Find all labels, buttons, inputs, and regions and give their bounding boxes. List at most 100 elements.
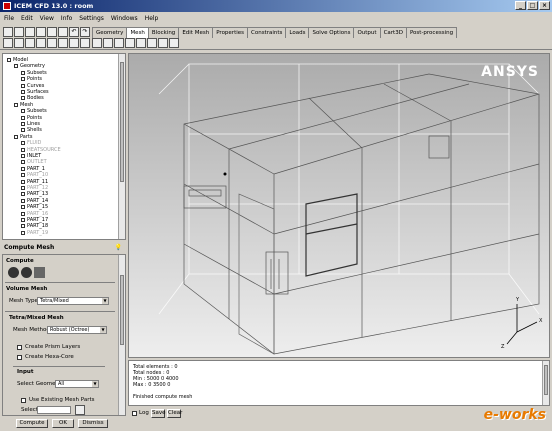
create-mesh-density-icon[interactable]	[136, 38, 146, 48]
define-connectors-icon[interactable]	[147, 38, 157, 48]
tree-item[interactable]: Points	[21, 115, 42, 121]
select-geometry-select[interactable]: All ▼	[55, 380, 99, 388]
menu-edit[interactable]: Edit	[21, 15, 33, 22]
help-bulb-icon[interactable]: 💡	[115, 243, 122, 253]
tree-checkbox[interactable]	[14, 134, 18, 139]
tree-item[interactable]: PART_17	[21, 217, 48, 223]
message-scrollbar[interactable]	[542, 361, 549, 405]
tree-checkbox[interactable]	[21, 83, 25, 88]
compute-mesh-icon[interactable]	[169, 38, 179, 48]
tree-checkbox[interactable]	[21, 90, 25, 94]
tree-checkbox[interactable]	[21, 77, 25, 82]
tree-item[interactable]: Subsets	[21, 70, 47, 76]
close-button[interactable]: ×	[539, 1, 550, 10]
message-scroll-thumb[interactable]	[544, 365, 548, 395]
tree-scroll-thumb[interactable]	[120, 62, 124, 182]
tree-item[interactable]: Bodies	[21, 95, 44, 101]
tree-checkbox[interactable]	[21, 128, 25, 133]
mesh-method-select[interactable]: Robust (Octree) ▼	[47, 326, 107, 334]
tree-item[interactable]: PART_14	[21, 198, 48, 204]
tree-item[interactable]: Mesh	[14, 102, 33, 108]
menu-view[interactable]: View	[40, 15, 54, 22]
select-parts-icon[interactable]	[75, 405, 85, 415]
tree-scrollbar[interactable]	[118, 54, 125, 239]
compute-button[interactable]: Compute	[16, 419, 48, 428]
compute-scroll-thumb[interactable]	[120, 275, 124, 345]
tab-constraints[interactable]: Constraints	[247, 27, 287, 38]
tree-checkbox[interactable]	[14, 102, 18, 107]
tree-item[interactable]: Lines	[21, 121, 40, 127]
menu-info[interactable]: Info	[61, 15, 72, 22]
curve-mesh-setup-icon[interactable]	[125, 38, 135, 48]
tree-checkbox[interactable]	[21, 147, 25, 152]
refresh-icon[interactable]	[36, 38, 46, 48]
tree-item[interactable]: PART_15	[21, 204, 48, 210]
use-existing-checkbox[interactable]	[21, 398, 26, 403]
tab-geometry[interactable]: Geometry	[92, 27, 128, 38]
tab-mesh[interactable]: Mesh	[126, 27, 149, 38]
tree-checkbox[interactable]	[21, 179, 25, 184]
create-prism-checkbox[interactable]	[17, 345, 22, 350]
surface-mesh-icon[interactable]	[21, 267, 32, 278]
tab-post-processing[interactable]: Post-processing	[405, 27, 458, 38]
tree-checkbox[interactable]	[21, 122, 25, 126]
tab-cart3d[interactable]: Cart3D	[379, 27, 407, 38]
tree-checkbox[interactable]	[21, 218, 25, 222]
tree-item[interactable]: PART_10	[21, 172, 48, 178]
open-geometry-icon[interactable]	[25, 27, 35, 37]
tree-checkbox[interactable]	[21, 198, 25, 203]
open-blocking-icon[interactable]	[47, 27, 57, 37]
tree-item[interactable]: FLUID	[21, 140, 41, 146]
fit-window-icon[interactable]	[3, 38, 13, 48]
tree-checkbox[interactable]	[21, 173, 25, 178]
tree-item[interactable]: PART_16	[21, 211, 48, 217]
tab-loads[interactable]: Loads	[285, 27, 310, 38]
tab-blocking[interactable]: Blocking	[147, 27, 180, 38]
tree-item[interactable]: Parts	[14, 134, 32, 140]
tree-item[interactable]: Geometry	[14, 63, 45, 69]
tree-checkbox[interactable]	[21, 160, 25, 165]
tab-output[interactable]: Output	[353, 27, 381, 38]
global-mesh-setup-icon[interactable]	[92, 38, 102, 48]
tree-checkbox[interactable]	[21, 96, 25, 101]
tree-checkbox[interactable]	[21, 211, 25, 216]
tree-checkbox[interactable]	[21, 186, 25, 190]
tree-item[interactable]: Curves	[21, 83, 44, 89]
tree-checkbox[interactable]	[21, 205, 25, 210]
mesh-type-select[interactable]: Tetra/Mixed ▼	[37, 297, 109, 305]
zoom-icon[interactable]	[14, 38, 24, 48]
tree-checkbox[interactable]	[7, 58, 11, 62]
menu-settings[interactable]: Settings	[79, 15, 104, 22]
menu-help[interactable]: Help	[145, 15, 159, 22]
minimize-button[interactable]: _	[515, 1, 526, 10]
tree-item[interactable]: Model	[7, 57, 28, 63]
tree-checkbox[interactable]	[21, 230, 25, 235]
tree-checkbox[interactable]	[21, 115, 25, 120]
part-mesh-setup-icon[interactable]	[103, 38, 113, 48]
menu-file[interactable]: File	[4, 15, 14, 22]
tree-item[interactable]: Subsets	[21, 108, 47, 114]
save-blocking-icon[interactable]	[58, 27, 68, 37]
solid-view-icon[interactable]	[47, 38, 57, 48]
select-parts-input[interactable]	[37, 406, 71, 414]
tree-item[interactable]: OUTLET	[21, 159, 47, 165]
ok-button[interactable]: OK	[52, 419, 74, 428]
open-project-icon[interactable]	[3, 27, 13, 37]
quality-icon[interactable]	[69, 38, 79, 48]
tree-checkbox[interactable]	[21, 109, 25, 114]
log-checkbox[interactable]	[132, 411, 137, 416]
wire-view-icon[interactable]	[58, 38, 68, 48]
measure-icon[interactable]	[25, 38, 35, 48]
tree-item[interactable]: PART_12	[21, 185, 48, 191]
tree-item[interactable]: Points	[21, 76, 42, 82]
tree-item[interactable]: PART_13	[21, 191, 48, 197]
tree-item[interactable]: INLET	[21, 153, 41, 159]
tree-item[interactable]: PART_11	[21, 179, 48, 185]
graphics-viewport[interactable]: ANSYS Y X Z	[128, 53, 550, 358]
tree-checkbox[interactable]	[21, 154, 25, 158]
save-button[interactable]: Save	[151, 409, 166, 418]
info-icon[interactable]	[80, 38, 90, 48]
save-project-icon[interactable]	[14, 27, 24, 37]
tab-edit-mesh[interactable]: Edit Mesh	[178, 27, 214, 38]
tree-item[interactable]: PART_1	[21, 166, 45, 172]
